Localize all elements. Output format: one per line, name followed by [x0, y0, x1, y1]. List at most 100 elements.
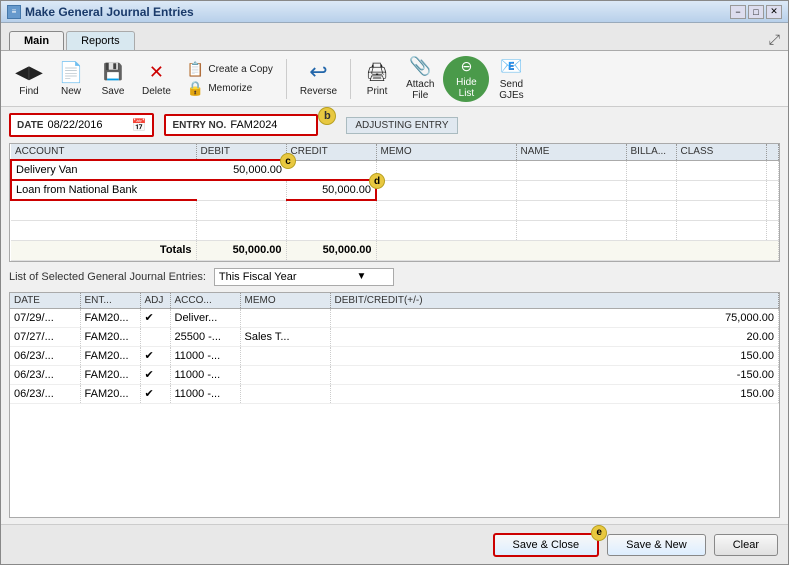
tab-reports[interactable]: Reports: [66, 31, 135, 50]
scrollbar-col: [767, 144, 779, 160]
badge-b: b: [318, 107, 336, 125]
new-icon: 📄: [59, 60, 83, 84]
create-copy-memorize-group: 📋 Create a Copy 🔒 Memorize: [180, 56, 280, 102]
billa-cell[interactable]: [626, 180, 676, 200]
memo-cell[interactable]: [376, 160, 516, 180]
col-debit: DEBIT: [196, 144, 286, 160]
adj-cell: ✔: [140, 346, 170, 365]
badge-e: e: [591, 525, 607, 541]
badge-d: d: [369, 173, 385, 189]
list-item[interactable]: 07/27/... FAM20... 25500 -... Sales T...…: [10, 327, 779, 346]
fiscal-year-dropdown[interactable]: This Fiscal Year ▼: [214, 268, 394, 286]
separator-1: [286, 59, 287, 99]
list-item[interactable]: 07/29/... FAM20... ✔ Deliver... 75,000.0…: [10, 308, 779, 327]
journal-table-wrapper: ACCOUNT DEBIT CREDIT MEMO NAME BILLA... …: [9, 143, 780, 262]
memo-cell: [240, 346, 330, 365]
ent-cell: FAM20...: [80, 308, 140, 327]
amount-cell: 150.00: [330, 384, 779, 403]
memo-cell: Sales T...: [240, 327, 330, 346]
clear-button[interactable]: Clear: [714, 534, 778, 556]
window-icon: ≡: [7, 5, 21, 19]
list-item[interactable]: 06/23/... FAM20... ✔ 11000 -... 150.00: [10, 346, 779, 365]
name-cell[interactable]: [516, 180, 626, 200]
date-value[interactable]: 08/22/2016: [47, 119, 127, 131]
col-credit: CREDIT: [286, 144, 376, 160]
credit-cell[interactable]: 50,000.00 d: [286, 180, 376, 200]
date-cell: 06/23/...: [10, 384, 80, 403]
acco-cell: 11000 -...: [170, 365, 240, 384]
class-cell[interactable]: [676, 180, 767, 200]
list-table-header: DATE ENT... ADJ ACCO... MEMO DEBIT/CREDI…: [10, 293, 779, 309]
window-title: Make General Journal Entries: [25, 5, 194, 19]
table-row: [11, 220, 779, 240]
entry-no-label: ENTRY NO.: [172, 120, 226, 131]
class-cell[interactable]: [676, 160, 767, 180]
memo-cell[interactable]: [376, 180, 516, 200]
amount-cell: 75,000.00: [330, 308, 779, 327]
table-row: Delivery Van 50,000.00 c: [11, 160, 779, 180]
save-button[interactable]: 💾 Save: [93, 56, 133, 102]
col-name: NAME: [516, 144, 626, 160]
adj-cell: [140, 327, 170, 346]
account-cell[interactable]: Delivery Van: [11, 160, 196, 180]
billa-cell[interactable]: [626, 160, 676, 180]
name-cell[interactable]: [516, 160, 626, 180]
col-billa: BILLA...: [626, 144, 676, 160]
save-new-button[interactable]: Save & New: [607, 534, 706, 556]
expand-button[interactable]: ⤢: [769, 31, 780, 48]
adj-cell: ✔: [140, 384, 170, 403]
account-cell[interactable]: Loan from National Bank: [11, 180, 196, 200]
date-cell: 06/23/...: [10, 365, 80, 384]
ent-cell: FAM20...: [80, 327, 140, 346]
close-button[interactable]: ✕: [766, 5, 782, 19]
title-bar-controls: − □ ✕: [730, 5, 782, 19]
list-item[interactable]: 06/23/... FAM20... ✔ 11000 -... 150.00: [10, 384, 779, 403]
list-item[interactable]: 06/23/... FAM20... ✔ 11000 -... -150.00: [10, 365, 779, 384]
table-row: Loan from National Bank 50,000.00 d: [11, 180, 779, 200]
debit-cell[interactable]: [196, 180, 286, 200]
date-cell: 07/29/...: [10, 308, 80, 327]
badge-c: c: [280, 153, 296, 169]
col-memo: MEMO: [240, 293, 330, 309]
credit-cell[interactable]: [286, 160, 376, 180]
reverse-button[interactable]: ↩ Reverse: [293, 56, 344, 102]
hide-list-icon: ⊖: [454, 58, 478, 75]
delete-button[interactable]: ✕ Delete: [135, 56, 178, 102]
create-copy-button[interactable]: 📋 Create a Copy: [187, 61, 273, 78]
adj-cell: ✔: [140, 308, 170, 327]
memo-cell: [240, 308, 330, 327]
send-gjes-button[interactable]: 📧 Send GJEs: [491, 56, 531, 102]
new-button[interactable]: 📄 New: [51, 56, 91, 102]
amount-cell: 20.00: [330, 327, 779, 346]
acco-cell: 11000 -...: [170, 346, 240, 365]
col-account: ACCOUNT: [11, 144, 196, 160]
debit-cell[interactable]: 50,000.00 c: [196, 160, 286, 180]
tab-main[interactable]: Main: [9, 31, 64, 50]
table-row: [11, 200, 779, 220]
minimize-button[interactable]: −: [730, 5, 746, 19]
col-memo: MEMO: [376, 144, 516, 160]
calendar-icon[interactable]: 📅: [131, 118, 146, 132]
totals-debit: 50,000.00: [196, 240, 286, 260]
col-ent: ENT...: [80, 293, 140, 309]
main-window: ≡ Make General Journal Entries − □ ✕ Mai…: [0, 0, 789, 565]
footer: Save & Close e Save & New Clear: [1, 524, 788, 564]
journal-table: ACCOUNT DEBIT CREDIT MEMO NAME BILLA... …: [10, 144, 779, 261]
hide-list-button[interactable]: ⊖ Hide List: [443, 56, 489, 102]
entry-no-value[interactable]: FAM2024: [230, 119, 310, 131]
send-gjes-icon: 📧: [499, 56, 523, 77]
amount-cell: 150.00: [330, 346, 779, 365]
list-label: List of Selected General Journal Entries…: [9, 271, 206, 283]
tab-bar: Main Reports ⤢: [1, 23, 788, 51]
date-cell: 07/27/...: [10, 327, 80, 346]
ent-cell: FAM20...: [80, 365, 140, 384]
print-button[interactable]: 🖨 Print: [357, 56, 397, 102]
journal-table-header: ACCOUNT DEBIT CREDIT MEMO NAME BILLA... …: [11, 144, 779, 160]
delete-icon: ✕: [144, 60, 168, 84]
save-close-button[interactable]: Save & Close: [493, 533, 600, 557]
restore-button[interactable]: □: [748, 5, 764, 19]
find-button[interactable]: ◀▶ Find: [9, 56, 49, 102]
attach-file-button[interactable]: 📎 Attach File: [399, 56, 441, 102]
date-label: DATE: [17, 120, 43, 131]
memorize-button[interactable]: 🔒 Memorize: [187, 80, 252, 97]
